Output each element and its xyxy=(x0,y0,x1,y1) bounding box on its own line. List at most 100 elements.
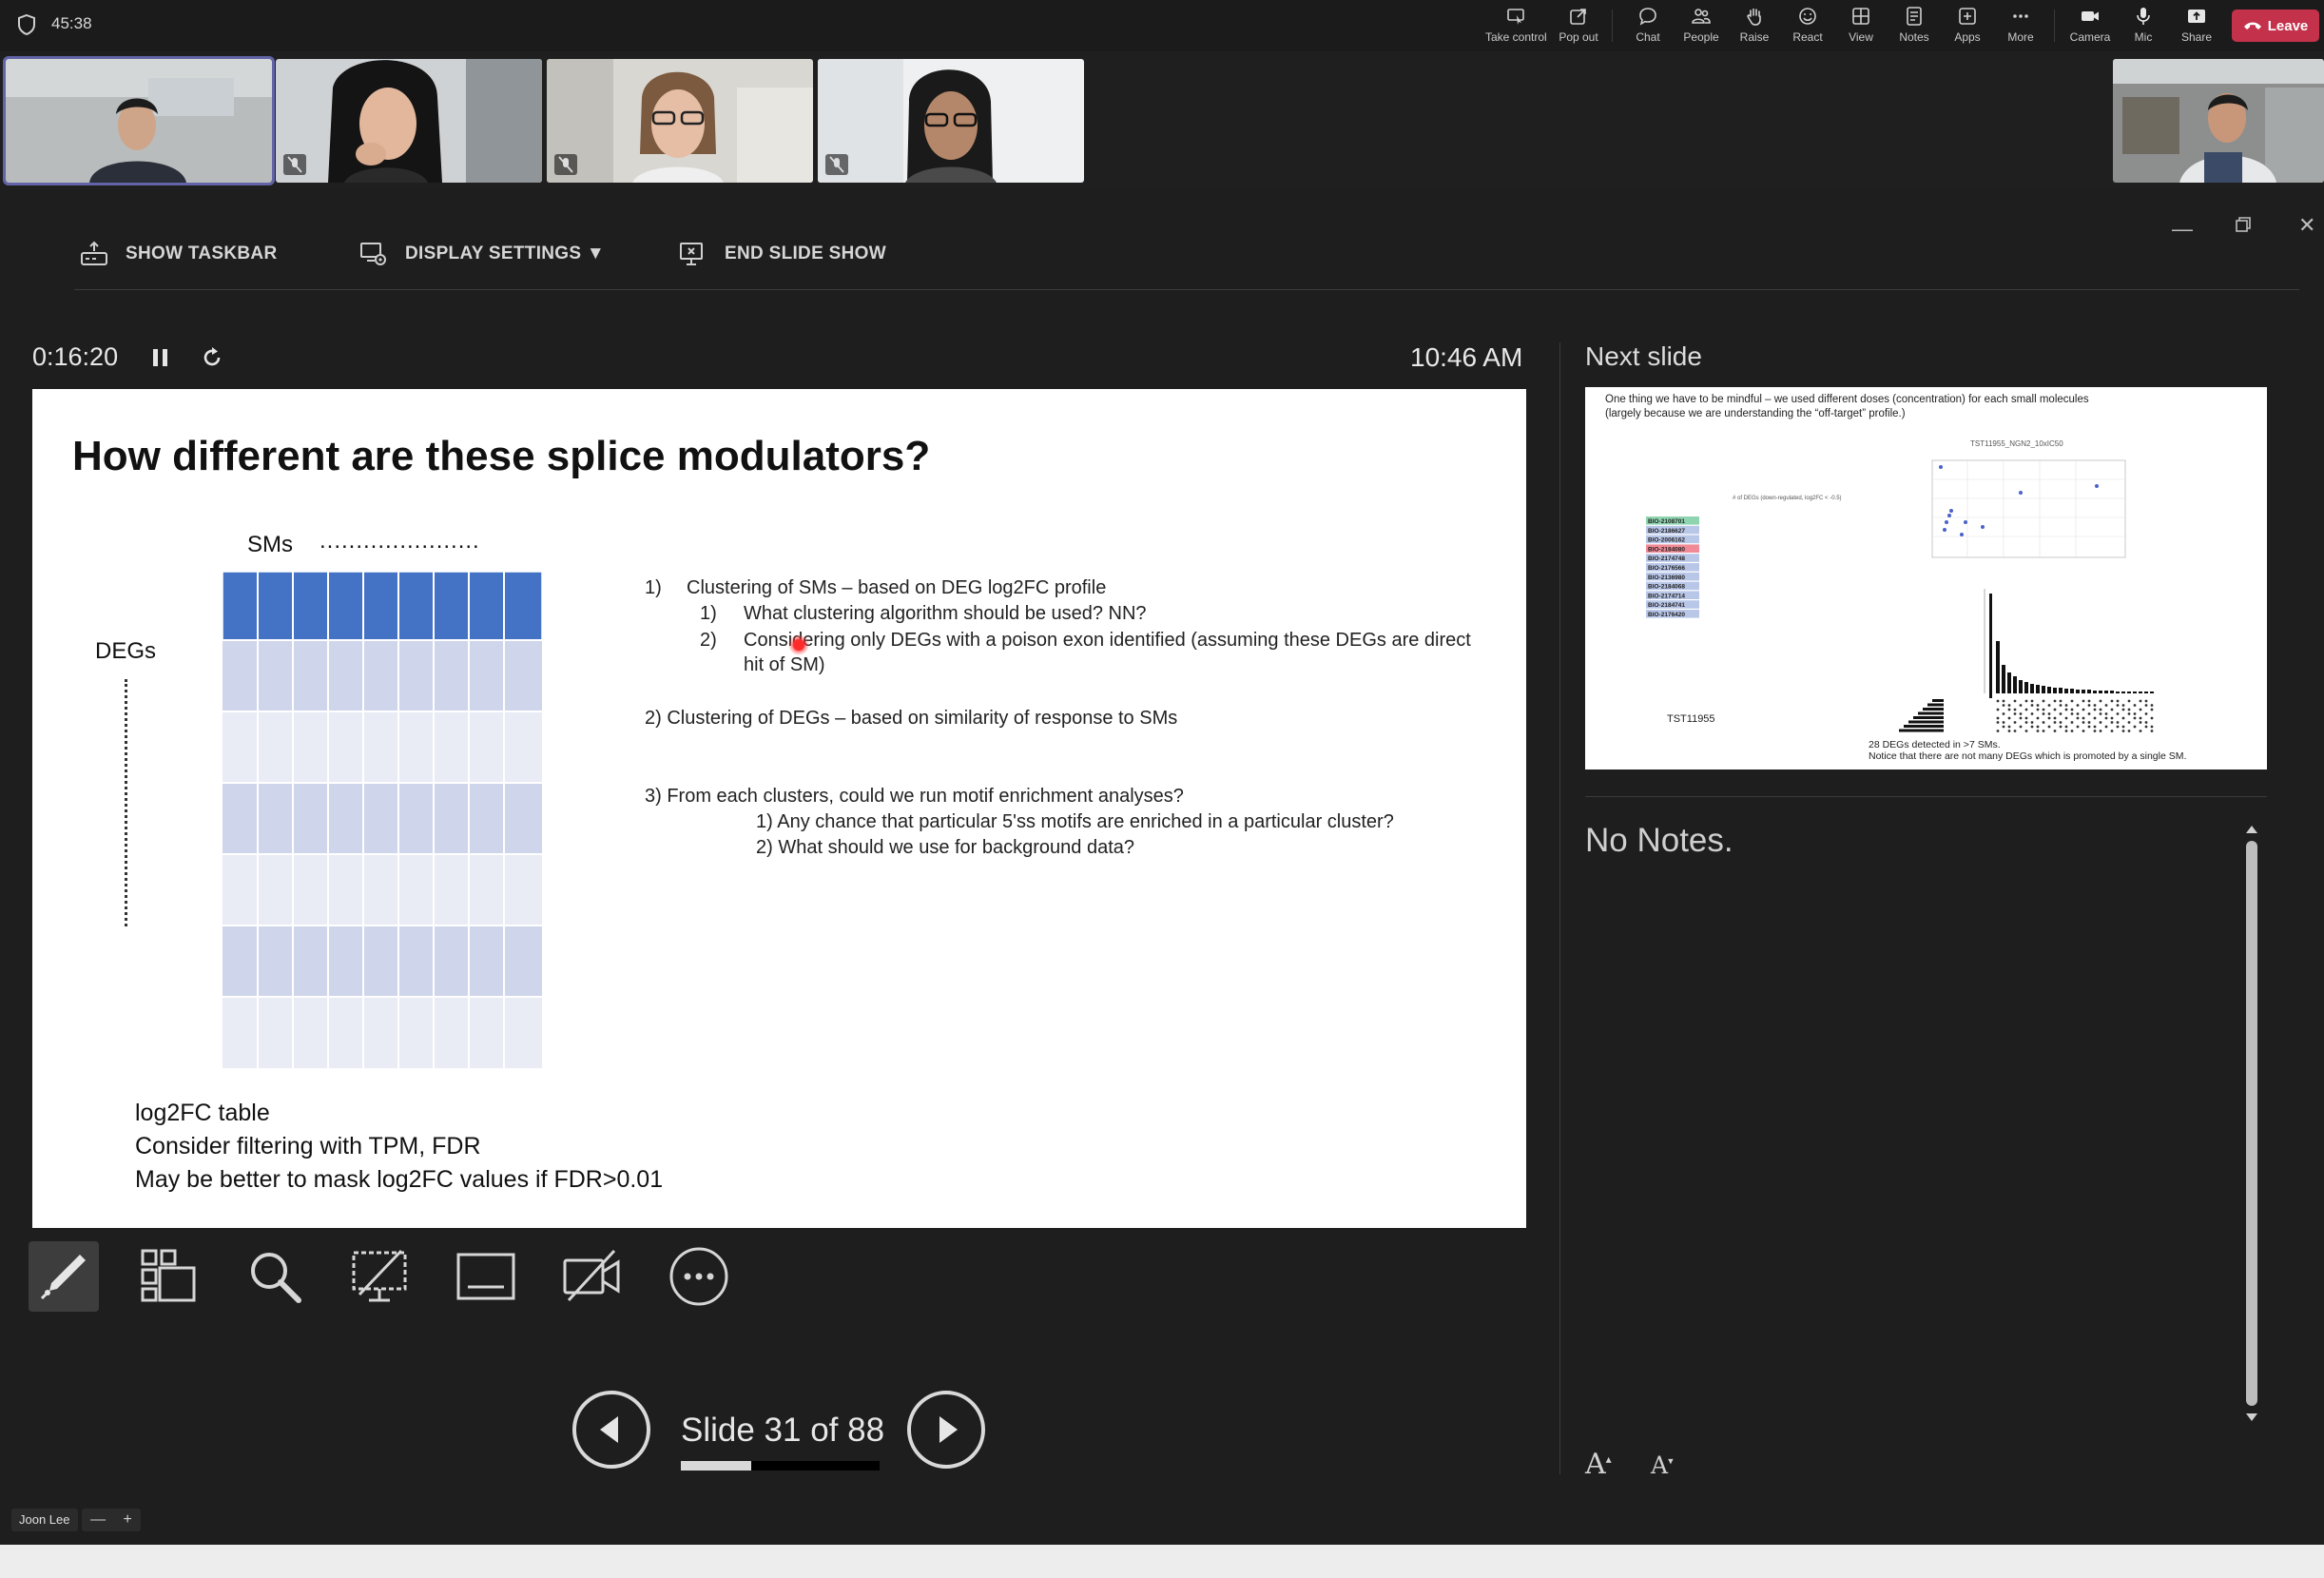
upset-dot xyxy=(2059,725,2063,729)
font-larger-label: A xyxy=(1585,1448,1606,1481)
increase-font-button[interactable]: A▴ xyxy=(1585,1448,1612,1481)
upset-dot xyxy=(2047,725,2051,729)
react-button[interactable]: React xyxy=(1778,4,1837,48)
upset-dot xyxy=(2076,704,2080,707)
leave-button[interactable]: Leave xyxy=(2232,10,2319,42)
upset-dot xyxy=(2007,730,2011,732)
subtitles-button[interactable] xyxy=(451,1241,521,1312)
upset-dot xyxy=(2139,708,2142,711)
participant-video xyxy=(6,59,272,183)
current-time: 10:46 AM xyxy=(1410,342,1523,372)
upset-dot xyxy=(2127,699,2131,703)
upset-dot xyxy=(2133,712,2137,715)
take-control-label: Take control xyxy=(1485,30,1547,44)
pop-out-button[interactable]: Pop out xyxy=(1549,4,1608,48)
table-notes: log2FC table Consider filtering with TPM… xyxy=(135,1097,663,1197)
upset-dot xyxy=(2093,730,2097,732)
restore-icon[interactable] xyxy=(2235,216,2252,233)
upset-dot xyxy=(2099,699,2102,703)
more-options-button[interactable] xyxy=(664,1241,734,1312)
restart-timer-icon[interactable] xyxy=(200,345,224,370)
subtitles-icon xyxy=(456,1253,515,1300)
next-bottom-caption: 28 DEGs detected in >7 SMs. Notice that … xyxy=(1869,739,2186,762)
decrease-font-button[interactable]: A▾ xyxy=(1651,1451,1674,1479)
share-button[interactable]: Share xyxy=(2167,4,2226,48)
upset-dot xyxy=(2036,725,2040,729)
upset-set-bar xyxy=(1923,708,1944,711)
upset-dot xyxy=(2087,712,2091,715)
upset-bar xyxy=(2070,689,2074,693)
upset-dot xyxy=(2059,712,2063,715)
sms-label: SMs xyxy=(247,532,293,557)
pause-icon[interactable] xyxy=(150,346,171,369)
share-label: Share xyxy=(2180,30,2213,44)
upset-dot xyxy=(2082,716,2085,720)
current-slide: How different are these splice modulator… xyxy=(32,389,1526,1228)
apps-button[interactable]: Apps xyxy=(1938,4,1997,48)
zoom-slide-button[interactable] xyxy=(240,1241,310,1312)
raise-hand-button[interactable]: Raise xyxy=(1725,4,1784,48)
upset-bar xyxy=(2127,692,2131,693)
upset-dot xyxy=(2087,699,2091,703)
camera-toggle-button[interactable] xyxy=(557,1241,628,1312)
pen-laser-tool-button[interactable] xyxy=(29,1241,99,1312)
notes-button[interactable]: Notes xyxy=(1885,4,1944,48)
people-label: People xyxy=(1683,30,1719,44)
upset-dot xyxy=(2053,721,2057,724)
mic-button[interactable]: Mic xyxy=(2114,4,2173,48)
upset-dot xyxy=(2139,730,2142,732)
upset-dot xyxy=(2053,708,2057,711)
upset-bar xyxy=(2036,685,2040,693)
upset-bar xyxy=(2042,686,2045,693)
next-slide-thumbnail[interactable]: One thing we have to be mindful – we use… xyxy=(1585,387,2267,770)
toolbar-divider xyxy=(74,289,2299,290)
participant-video-tile[interactable] xyxy=(547,59,813,183)
upset-dot xyxy=(2042,721,2045,724)
upset-dot xyxy=(2139,721,2142,724)
zoom-out-button[interactable]: — xyxy=(90,1511,106,1529)
upset-dot xyxy=(2144,712,2148,715)
camera-button[interactable]: Camera xyxy=(2061,4,2120,48)
mic-off-icon xyxy=(287,156,302,173)
upset-bar xyxy=(2030,684,2034,693)
upset-dot xyxy=(2070,699,2074,703)
minimize-icon[interactable]: — xyxy=(2172,217,2193,242)
upset-dot xyxy=(2070,712,2074,715)
upset-dot xyxy=(2116,712,2120,715)
participant-video-tile[interactable] xyxy=(276,59,542,183)
upset-dot xyxy=(2064,708,2068,711)
participant-video xyxy=(547,59,813,183)
mic-muted-indicator xyxy=(554,154,577,175)
close-icon[interactable]: ✕ xyxy=(2298,213,2315,238)
upset-dot xyxy=(2116,699,2120,703)
chat-button[interactable]: Chat xyxy=(1618,4,1677,48)
take-control-button[interactable]: Take control xyxy=(1485,4,1547,48)
self-video-tile[interactable] xyxy=(2113,59,2324,183)
more-button[interactable]: More xyxy=(1991,4,2050,48)
display-settings-button[interactable]: DISPLAY SETTINGS ▼ xyxy=(359,240,605,268)
log2fc-table-graphic xyxy=(223,572,543,1068)
black-screen-button[interactable] xyxy=(344,1241,415,1312)
see-all-slides-button[interactable] xyxy=(133,1241,203,1312)
notes-scrollbar[interactable] xyxy=(2240,822,2263,1425)
upset-dot xyxy=(2116,725,2120,729)
participant-video-tile[interactable] xyxy=(818,59,1084,183)
people-button[interactable]: People xyxy=(1672,4,1731,48)
id-row-label: BIO-2186627 xyxy=(1648,528,1685,535)
next-slide-button[interactable] xyxy=(907,1391,985,1469)
bullet-3-text: 3) From each clusters, could we run moti… xyxy=(645,786,1184,807)
participant-video-tile[interactable] xyxy=(3,56,275,185)
previous-slide-button[interactable] xyxy=(572,1391,650,1469)
view-button[interactable]: View xyxy=(1831,4,1890,48)
upset-dot xyxy=(2030,699,2034,703)
upset-dot xyxy=(2070,730,2074,732)
end-slide-show-button[interactable]: END SLIDE SHOW xyxy=(679,240,886,268)
toolbar-divider xyxy=(2054,10,2055,42)
camera-label: Camera xyxy=(2069,30,2111,44)
upset-dot xyxy=(2144,721,2148,724)
upset-dot xyxy=(2127,708,2131,711)
bullet-3-1-text: 1) Any chance that particular 5'ss motif… xyxy=(756,811,1394,832)
zoom-in-button[interactable]: + xyxy=(123,1511,131,1529)
raise-label: Raise xyxy=(1739,30,1770,44)
show-taskbar-button[interactable]: SHOW TASKBAR xyxy=(80,240,277,268)
